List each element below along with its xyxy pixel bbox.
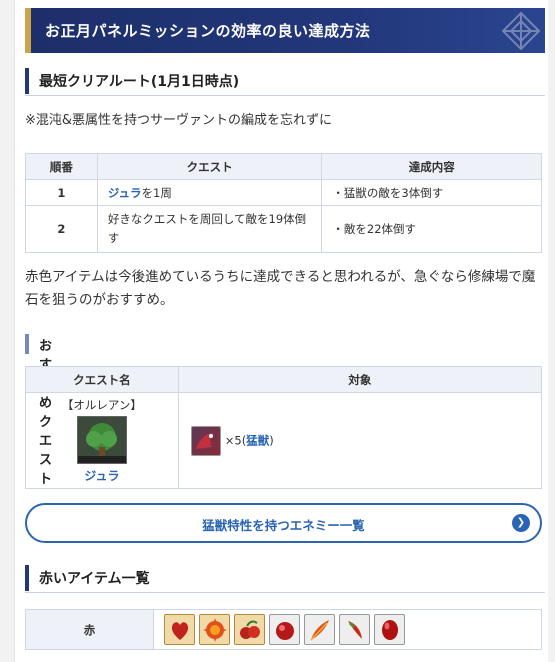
route-heading: 最短クリアルート(1月1日時点) [25,66,545,96]
article-content: お正月パネルミッションの効率の良い達成方法 最短クリアルート(1月1日時点) ※… [14,0,548,662]
quest-link-jura[interactable]: ジュラ [108,186,142,200]
chevron-right-icon: ❯ [512,514,530,532]
quest-area: 【オルレアン】 [61,398,142,412]
route-note: ※混沌&悪属性を持つサーヴァントの編成を忘れずに [25,113,333,128]
red-flame-icon[interactable] [199,614,230,645]
red-items-heading: 赤いアイテム一覧 [25,563,545,593]
forest-icon [77,417,126,463]
items-cell [153,609,542,650]
target-trait-link[interactable]: 猛獣 [246,433,269,447]
red-fang-icon[interactable] [339,614,370,645]
item-paragraph: 赤色アイテムは今後進めているうちに達成できると思われるが、急ぐなら修練場で魔石を… [25,269,536,308]
quest-link-jura[interactable]: ジュラ [26,467,178,484]
row-order: 1 [25,179,98,206]
row-content: ・猛獣の敵を3体倒す [321,179,542,206]
red-items-heading-text: 赤いアイテム一覧 [39,571,150,587]
page: お正月パネルミッションの効率の良い達成方法 最短クリアルート(1月1日時点) ※… [0,0,555,662]
quest-suffix: を1周 [141,185,172,200]
heading-bar [25,68,29,94]
column-header-quest: クエスト [96,153,323,180]
row-label-red: 赤 [25,609,154,650]
quest-cell: 【オルレアン】 ジュラ [25,392,179,489]
target-cell: ×5(猛獣) [177,392,543,489]
red-heart-icon[interactable] [164,614,195,645]
red-fruit-icon[interactable] [234,614,265,645]
table-row: 赤 [25,609,542,650]
row-quest: 好きなクエストを周回して敵を19体倒す [96,205,323,253]
row-content: ・敵を22体倒す [321,205,542,253]
target-close: ) [269,433,274,447]
enemy-list-button-label: 猛獣特性を持つエネミー一覧 [202,518,365,533]
diamond-pattern-icon [501,11,541,51]
route-table: 順番 クエスト 達成内容 1 ジュラを1周 ・猛獣の敵を3体倒す 2 好きなクエ… [25,153,542,253]
main-heading-text: お正月パネルミッションの効率の良い達成方法 [45,22,371,40]
main-heading: お正月パネルミッションの効率の良い達成方法 [25,8,545,53]
enemy-list-button[interactable]: 猛獣特性を持つエネミー一覧 ❯ [25,503,542,543]
enemy-wyvern-icon[interactable] [190,425,221,456]
quest-thumbnail[interactable] [76,416,127,464]
column-header-quest-name: クエスト名 [25,366,179,393]
column-header-content: 達成内容 [321,153,542,180]
row-quest: ジュラを1周 [96,179,323,206]
quest-table: クエスト名 対象 【オルレアン】 ジュラ ×5(猛獣) [25,366,543,489]
table-row: 【オルレアン】 ジュラ ×5(猛獣) [25,392,543,489]
table-row: 2 好きなクエストを周回して敵を19体倒す ・敵を22体倒す [25,205,542,253]
heading-bar [25,334,29,354]
route-heading-text: 最短クリアルート(1月1日時点) [39,74,240,90]
red-feather-icon[interactable] [304,614,335,645]
column-header-target: 対象 [177,366,543,393]
target-count: ×5( [224,433,247,447]
table-header-row: クエスト名 対象 [25,366,543,393]
items-table: 赤 [25,609,542,650]
heading-bar [25,565,29,591]
row-order: 2 [25,205,98,253]
table-header-row: 順番 クエスト 達成内容 [25,153,542,180]
table-row: 1 ジュラを1周 ・猛獣の敵を3体倒す [25,179,542,206]
column-header-order: 順番 [25,153,98,180]
red-stone-icon[interactable] [374,614,405,645]
red-gem-icon[interactable] [269,614,300,645]
